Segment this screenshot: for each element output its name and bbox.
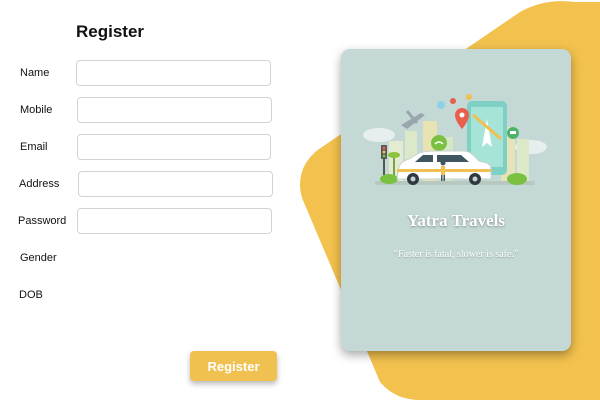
mobile-field[interactable] <box>77 97 272 123</box>
gender-label: Gender <box>20 252 57 264</box>
address-field[interactable] <box>78 171 273 197</box>
email-label: Email <box>20 141 48 153</box>
password-field[interactable] <box>77 208 272 234</box>
email-field[interactable] <box>77 134 271 160</box>
brand-name: Yatra Travels <box>406 211 506 230</box>
dob-label: DOB <box>19 289 43 301</box>
brand-card: Yatra Travels “Faster is fatal, slower i… <box>341 49 571 351</box>
name-field[interactable] <box>76 60 271 86</box>
name-label: Name <box>20 67 50 79</box>
password-label: Password <box>18 215 67 227</box>
mobile-label: Mobile <box>20 104 53 116</box>
register-button[interactable]: Register <box>190 351 277 381</box>
city-taxi-navigation-illustration <box>363 94 547 185</box>
brand-tagline: “Faster is fatal, slower is safe.” <box>393 249 519 260</box>
address-label: Address <box>19 178 60 190</box>
page-title: Register <box>76 22 145 41</box>
